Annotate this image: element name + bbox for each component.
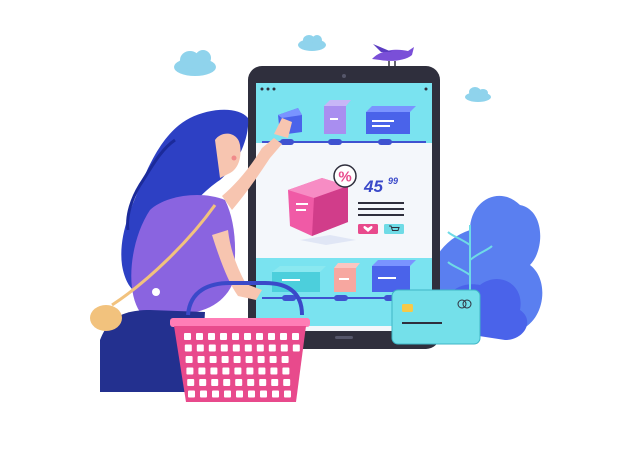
basket-hole xyxy=(268,333,275,340)
credit-card xyxy=(391,289,481,345)
basket-hole xyxy=(184,344,192,352)
percent-badge: % xyxy=(333,164,357,188)
basket-hole xyxy=(186,367,194,375)
basket-hole xyxy=(246,367,254,375)
basket-hole xyxy=(220,344,228,352)
cloud-icon xyxy=(465,87,491,102)
basket-hole xyxy=(292,344,300,352)
basket-hole xyxy=(199,379,207,386)
basket-hole xyxy=(280,344,288,352)
basket-hole xyxy=(212,390,219,398)
basket-hole xyxy=(244,333,251,340)
basket-hole xyxy=(184,333,191,340)
basket-hole xyxy=(235,379,243,386)
basket-hole xyxy=(208,333,215,340)
basket-hole xyxy=(258,367,266,375)
basket-hole xyxy=(209,356,217,363)
product-price: 45 xyxy=(363,177,383,196)
basket-hole xyxy=(198,367,206,375)
basket-hole xyxy=(200,390,207,398)
basket-hole xyxy=(197,356,205,363)
product-box-blue-2[interactable] xyxy=(372,260,416,292)
basket-hole xyxy=(223,379,231,386)
basket-hole xyxy=(185,356,193,363)
basket-hole xyxy=(259,379,267,386)
basket-hole xyxy=(236,390,243,398)
cloud-icon xyxy=(174,50,216,76)
basket-hole xyxy=(283,379,291,386)
basket-hole xyxy=(292,333,299,340)
basket-hole xyxy=(232,344,240,352)
basket-hole xyxy=(233,356,241,363)
bird-icon xyxy=(372,44,414,67)
basket-hole xyxy=(234,367,242,375)
basket-hole xyxy=(257,356,265,363)
add-to-cart-button[interactable] xyxy=(384,224,404,234)
basket-hole xyxy=(281,356,289,363)
basket-hole xyxy=(196,344,204,352)
product-price-cents: 99 xyxy=(388,176,398,186)
basket-hole xyxy=(280,333,287,340)
basket-hole xyxy=(232,333,239,340)
basket-hole xyxy=(222,367,230,375)
basket-hole xyxy=(210,367,218,375)
basket-hole xyxy=(221,356,229,363)
basket-hole xyxy=(220,333,227,340)
basket-hole xyxy=(224,390,231,398)
basket-hole xyxy=(247,379,255,386)
basket-hole xyxy=(269,356,277,363)
card-chip-icon xyxy=(402,304,413,312)
basket-hole xyxy=(244,344,252,352)
basket-hole xyxy=(187,379,195,386)
basket-hole xyxy=(211,379,219,386)
discount-symbol: % xyxy=(338,169,351,186)
basket-hole xyxy=(248,390,255,398)
shopping-illustration: % 45 99 xyxy=(90,35,543,402)
basket-hole xyxy=(271,379,279,386)
basket-hole xyxy=(256,344,264,352)
basket-hole xyxy=(272,390,279,398)
basket-hole xyxy=(256,333,263,340)
product-box-wide[interactable] xyxy=(366,106,416,134)
basket-hole xyxy=(282,367,290,375)
basket-hole xyxy=(270,367,278,375)
product-box-cyan[interactable] xyxy=(272,266,326,292)
basket-hole xyxy=(245,356,253,363)
cloud-icon xyxy=(298,35,326,51)
basket-hole xyxy=(188,390,195,398)
basket-hole xyxy=(284,390,291,398)
wishlist-button[interactable] xyxy=(358,224,378,234)
basket-hole xyxy=(268,344,276,352)
basket-hole xyxy=(260,390,267,398)
basket-hole xyxy=(208,344,216,352)
basket-hole xyxy=(196,333,203,340)
